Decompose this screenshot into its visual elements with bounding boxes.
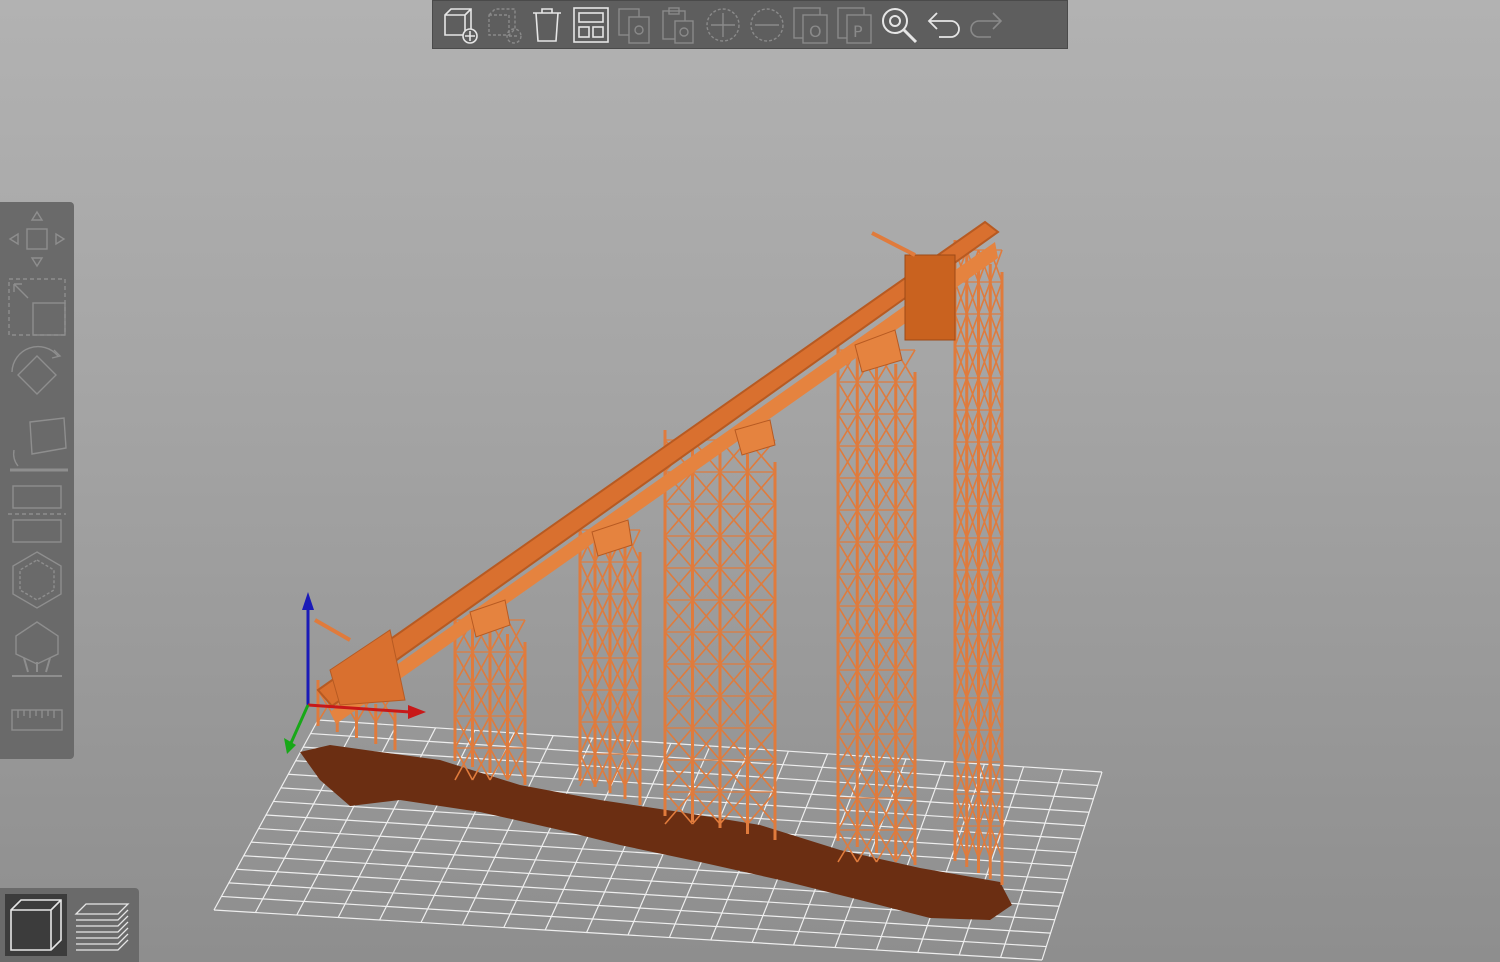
view-toggle-panel bbox=[0, 888, 139, 962]
undo-icon bbox=[927, 11, 960, 38]
copy-icon bbox=[618, 7, 650, 44]
preview-button[interactable] bbox=[70, 894, 132, 956]
support-points-tool-button[interactable] bbox=[4, 614, 70, 684]
split-parts-icon: P bbox=[837, 6, 872, 44]
cube-minus-icon bbox=[488, 7, 522, 44]
search-button[interactable] bbox=[877, 3, 921, 47]
move-icon bbox=[8, 210, 66, 268]
left-toolbar bbox=[0, 202, 74, 759]
redo-button[interactable] bbox=[965, 3, 1009, 47]
remove-instance-button[interactable] bbox=[745, 3, 789, 47]
split-parts-button[interactable]: P bbox=[833, 3, 877, 47]
minus-circle-icon bbox=[750, 7, 784, 42]
move-tool-button[interactable] bbox=[4, 206, 70, 276]
paste-icon bbox=[662, 6, 694, 44]
plus-circle-icon bbox=[706, 7, 740, 42]
rotate-icon bbox=[11, 345, 62, 395]
scale-tool-button[interactable] bbox=[4, 274, 70, 344]
scale-icon bbox=[8, 278, 66, 336]
support-points-icon bbox=[12, 621, 62, 677]
hollow-icon bbox=[12, 551, 62, 609]
split-objects-icon: O bbox=[793, 6, 828, 44]
remove-model-button[interactable] bbox=[481, 3, 525, 47]
3d-view-button[interactable] bbox=[5, 894, 67, 956]
copy-button[interactable] bbox=[613, 3, 657, 47]
measure-tool-button[interactable] bbox=[4, 686, 70, 756]
cut-tool-button[interactable] bbox=[4, 478, 70, 548]
svg-text:P: P bbox=[853, 22, 863, 41]
cut-icon bbox=[8, 485, 66, 543]
rotate-tool-button[interactable] bbox=[4, 342, 70, 412]
add-instance-button[interactable] bbox=[701, 3, 745, 47]
split-objects-button[interactable]: O bbox=[789, 3, 833, 47]
layers-icon bbox=[74, 903, 130, 951]
paste-button[interactable] bbox=[657, 3, 701, 47]
place-on-face-tool-button[interactable] bbox=[4, 410, 70, 480]
cube-plus-icon bbox=[444, 7, 478, 44]
undo-button[interactable] bbox=[921, 3, 965, 47]
arrange-icon bbox=[573, 6, 609, 43]
search-icon bbox=[882, 7, 918, 43]
hollow-tool-button[interactable] bbox=[4, 546, 70, 616]
redo-icon bbox=[970, 11, 1003, 38]
3d-viewport[interactable] bbox=[0, 0, 1500, 962]
delete-button[interactable] bbox=[525, 3, 569, 47]
trash-icon bbox=[533, 7, 561, 42]
ruler-icon bbox=[11, 709, 63, 731]
arrange-button[interactable] bbox=[569, 3, 613, 47]
add-model-button[interactable] bbox=[437, 3, 481, 47]
cube-view-icon bbox=[10, 899, 62, 951]
svg-text:O: O bbox=[809, 22, 822, 41]
top-toolbar: O P bbox=[432, 0, 1068, 49]
place-on-face-icon bbox=[10, 417, 68, 472]
